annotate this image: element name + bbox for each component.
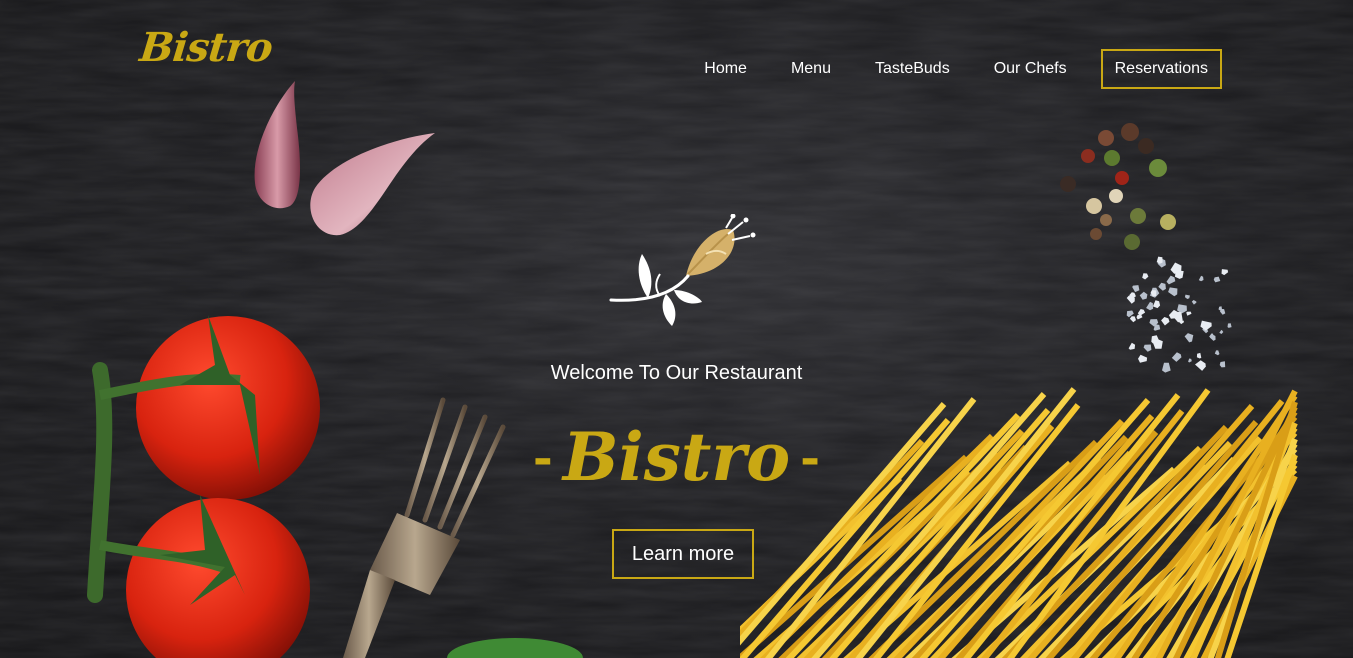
salt-crystal: [1156, 256, 1163, 264]
salt-crystal: [1221, 269, 1229, 276]
nav-item-reservations[interactable]: Reservations: [1100, 49, 1222, 89]
brand-logo[interactable]: Bistro: [138, 24, 275, 71]
salt-crystal: [1213, 276, 1221, 283]
nav-item-home[interactable]: Home: [682, 49, 769, 89]
salt-crystal: [1196, 352, 1202, 359]
salt-crystal: [1129, 316, 1136, 323]
hero-title: - Bistro -: [0, 424, 1353, 490]
salt-crystal: [1200, 320, 1212, 331]
salt-crystal: [1143, 344, 1152, 352]
salt-crystal: [1227, 323, 1232, 328]
salt-crystal: [1168, 287, 1178, 297]
salt-crystal: [1191, 300, 1197, 305]
salt-crystal: [1184, 294, 1190, 299]
salt-crystal: [1146, 301, 1154, 311]
salt-crystal: [1171, 352, 1182, 362]
salt-crystal: [1142, 273, 1149, 280]
salt-crystal: [1198, 275, 1204, 282]
hero-title-text: Bistro: [562, 418, 791, 496]
nav-item-menu[interactable]: Menu: [769, 49, 853, 89]
basil-decoration: [447, 638, 583, 658]
learn-more-button[interactable]: Learn more: [612, 529, 754, 579]
salt-crystal: [1161, 317, 1170, 326]
salt-crystal: [1139, 291, 1148, 300]
salt-crystal: [1166, 275, 1176, 285]
welcome-text: Welcome To Our Restaurant: [550, 362, 803, 384]
leaf-emblem-icon: [609, 214, 756, 326]
nav-item-our-chefs[interactable]: Our Chefs: [972, 49, 1089, 89]
salt-crystal: [1158, 282, 1166, 291]
salt-crystal: [1152, 300, 1161, 309]
salt-crystal: [1132, 285, 1140, 293]
salt-crystal: [1186, 311, 1192, 316]
title-dash-left: -: [532, 430, 553, 486]
title-dash-right: -: [800, 430, 821, 486]
salt-crystal: [1214, 350, 1220, 356]
salt-crystal: [1128, 342, 1136, 350]
salt-crystal: [1136, 314, 1143, 320]
salt-crystal: [1218, 306, 1223, 311]
nav-item-tastebuds[interactable]: TasteBuds: [853, 49, 972, 89]
salt-crystal: [1209, 333, 1214, 339]
hero-section: Bistro Home Menu TasteBuds Our Chefs Res…: [0, 0, 1353, 658]
salt-crystal: [1219, 330, 1224, 334]
garlic-decoration: [254, 81, 435, 236]
peppercorns-decoration: [1060, 123, 1176, 250]
main-nav: Home Menu TasteBuds Our Chefs Reservatio…: [682, 49, 1222, 89]
pasta-decoration: [740, 387, 1298, 658]
salt-crystal: [1126, 310, 1134, 318]
salt-crystal: [1184, 333, 1194, 343]
